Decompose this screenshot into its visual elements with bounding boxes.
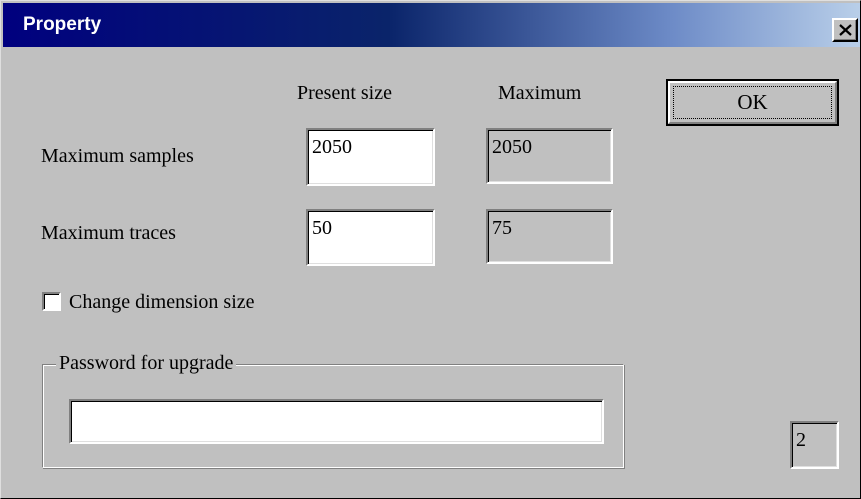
maximum-samples-label: Maximum samples	[41, 145, 194, 167]
ok-button-label: OK	[737, 90, 768, 114]
ok-button[interactable]: OK	[666, 79, 839, 126]
close-x-icon	[839, 24, 852, 36]
title-bar[interactable]: Property	[3, 3, 860, 47]
window-title: Property	[23, 14, 102, 35]
property-dialog: Property Present size Maximum Maximum sa…	[0, 0, 861, 499]
change-dimension-checkbox[interactable]	[42, 292, 61, 311]
maximum-traces-label: Maximum traces	[41, 222, 176, 244]
present-samples-input[interactable]: 2050	[306, 128, 435, 186]
status-field: 2	[790, 421, 839, 469]
password-input[interactable]	[69, 399, 604, 444]
present-traces-input[interactable]: 50	[306, 209, 435, 266]
change-dimension-label[interactable]: Change dimension size	[69, 290, 255, 314]
header-present-size: Present size	[297, 82, 392, 104]
close-button[interactable]	[832, 18, 858, 42]
password-group-label: Password for upgrade	[56, 351, 237, 375]
maximum-samples-value: 2050	[486, 128, 613, 184]
header-maximum: Maximum	[498, 82, 582, 104]
maximum-traces-value: 75	[486, 209, 613, 264]
